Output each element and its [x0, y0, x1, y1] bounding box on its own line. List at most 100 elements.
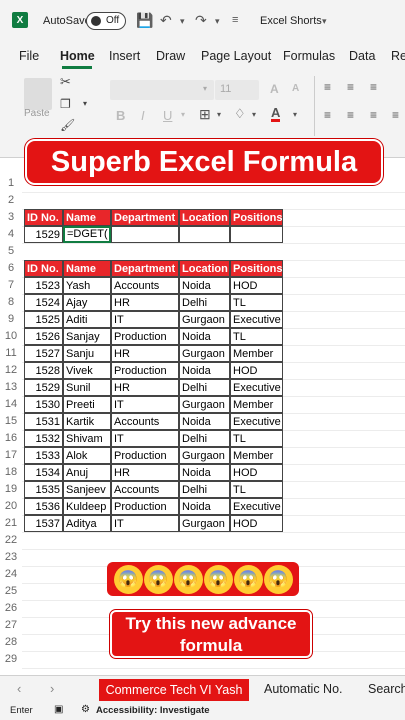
table-cell[interactable]: Yash: [63, 277, 111, 294]
row-header[interactable]: 20: [0, 498, 22, 515]
row-header[interactable]: 18: [0, 464, 22, 481]
table-cell[interactable]: Anuj: [63, 464, 111, 481]
table-cell[interactable]: 1528: [24, 362, 63, 379]
table-cell[interactable]: Noida: [179, 328, 230, 345]
tab-home[interactable]: Home: [60, 49, 95, 63]
table-cell[interactable]: Accounts: [111, 413, 179, 430]
table-cell[interactable]: IT: [111, 430, 179, 447]
align-left-icon[interactable]: ≡: [324, 108, 331, 122]
row-header[interactable]: 25: [0, 583, 22, 600]
tab-file[interactable]: File: [19, 49, 39, 63]
table-cell[interactable]: Preeti: [63, 396, 111, 413]
format-painter-icon[interactable]: 🖌: [60, 118, 75, 132]
fill-color-icon[interactable]: ♢: [234, 106, 246, 122]
table-cell[interactable]: HR: [111, 294, 179, 311]
table-cell[interactable]: IT: [111, 396, 179, 413]
criteria-cell[interactable]: 1529: [24, 226, 63, 243]
table-cell[interactable]: HOD: [230, 362, 283, 379]
redo-dropdown-icon[interactable]: ▾: [215, 16, 220, 27]
table-cell[interactable]: HOD: [230, 464, 283, 481]
copy-icon[interactable]: ❐: [60, 97, 71, 111]
table-cell[interactable]: Accounts: [111, 481, 179, 498]
copy-dropdown-icon[interactable]: ▾: [83, 99, 87, 108]
table-header-cell[interactable]: Department: [111, 260, 179, 277]
underline-icon[interactable]: U: [163, 108, 172, 123]
undo-dropdown-icon[interactable]: ▾: [180, 16, 185, 27]
macro-record-icon[interactable]: ▣: [54, 704, 63, 715]
table-cell[interactable]: Executive: [230, 311, 283, 328]
row-header[interactable]: 28: [0, 634, 22, 651]
sheet-tab-active[interactable]: Commerce Tech VI Yash: [99, 679, 249, 701]
autosave-toggle[interactable]: Off: [86, 12, 126, 30]
align-center-icon[interactable]: ≡: [347, 108, 354, 122]
row-header[interactable]: 1: [0, 175, 22, 192]
bold-icon[interactable]: B: [116, 108, 125, 123]
table-cell[interactable]: Gurgaon: [179, 345, 230, 362]
cut-icon[interactable]: ✂: [60, 74, 71, 90]
table-cell[interactable]: TL: [230, 328, 283, 345]
paste-icon[interactable]: [24, 78, 52, 110]
tab-data[interactable]: Data: [349, 49, 375, 63]
row-header[interactable]: 7: [0, 277, 22, 294]
table-header-cell[interactable]: ID No.: [24, 260, 63, 277]
criteria-header-cell[interactable]: Department: [111, 209, 179, 226]
table-cell[interactable]: 1536: [24, 498, 63, 515]
row-header[interactable]: 21: [0, 515, 22, 532]
table-cell[interactable]: Production: [111, 362, 179, 379]
table-cell[interactable]: Sanjeev: [63, 481, 111, 498]
table-cell[interactable]: Production: [111, 498, 179, 515]
table-cell[interactable]: Delhi: [179, 481, 230, 498]
row-header[interactable]: 22: [0, 532, 22, 549]
table-cell[interactable]: 1537: [24, 515, 63, 532]
table-cell[interactable]: 1523: [24, 277, 63, 294]
table-cell[interactable]: Alok: [63, 447, 111, 464]
italic-icon[interactable]: I: [141, 108, 145, 123]
table-cell[interactable]: Gurgaon: [179, 396, 230, 413]
tab-draw[interactable]: Draw: [156, 49, 185, 63]
table-cell[interactable]: Noida: [179, 464, 230, 481]
table-cell[interactable]: Production: [111, 447, 179, 464]
table-cell[interactable]: Noida: [179, 362, 230, 379]
row-header[interactable]: 17: [0, 447, 22, 464]
table-cell[interactable]: 1532: [24, 430, 63, 447]
table-cell[interactable]: IT: [111, 515, 179, 532]
align-bottom-icon[interactable]: ≡: [370, 80, 377, 94]
row-header[interactable]: 6: [0, 260, 22, 277]
table-cell[interactable]: Sunil: [63, 379, 111, 396]
file-name[interactable]: Excel Shorts: [260, 15, 322, 27]
font-color-icon[interactable]: A: [271, 106, 281, 122]
table-cell[interactable]: 1529: [24, 379, 63, 396]
table-cell[interactable]: 1531: [24, 413, 63, 430]
tab-review[interactable]: Re: [391, 49, 405, 63]
table-cell[interactable]: Noida: [179, 277, 230, 294]
tab-formulas[interactable]: Formulas: [283, 49, 335, 63]
row-header[interactable]: 2: [0, 192, 22, 209]
table-cell[interactable]: HOD: [230, 515, 283, 532]
font-size-select[interactable]: 11: [215, 80, 259, 100]
table-cell[interactable]: Gurgaon: [179, 447, 230, 464]
table-cell[interactable]: 1527: [24, 345, 63, 362]
row-header[interactable]: 23: [0, 549, 22, 566]
decrease-font-icon[interactable]: A: [292, 83, 299, 94]
table-cell[interactable]: Executive: [230, 498, 283, 515]
row-header[interactable]: 19: [0, 481, 22, 498]
table-cell[interactable]: Executive: [230, 413, 283, 430]
table-header-cell[interactable]: Location: [179, 260, 230, 277]
table-cell[interactable]: HR: [111, 464, 179, 481]
criteria-header-cell[interactable]: Name: [63, 209, 111, 226]
table-cell[interactable]: Delhi: [179, 430, 230, 447]
table-cell[interactable]: 1525: [24, 311, 63, 328]
row-header[interactable]: 3: [0, 209, 22, 226]
row-header[interactable]: 16: [0, 430, 22, 447]
tab-insert[interactable]: Insert: [109, 49, 140, 63]
table-cell[interactable]: 1533: [24, 447, 63, 464]
table-cell[interactable]: Kartik: [63, 413, 111, 430]
accessibility-status[interactable]: Accessibility: Investigate: [96, 705, 210, 716]
row-header[interactable]: 4: [0, 226, 22, 243]
row-header[interactable]: 26: [0, 600, 22, 617]
table-cell[interactable]: Gurgaon: [179, 515, 230, 532]
table-cell[interactable]: 1524: [24, 294, 63, 311]
table-cell[interactable]: Delhi: [179, 379, 230, 396]
row-header[interactable]: 24: [0, 566, 22, 583]
table-cell[interactable]: Vivek: [63, 362, 111, 379]
